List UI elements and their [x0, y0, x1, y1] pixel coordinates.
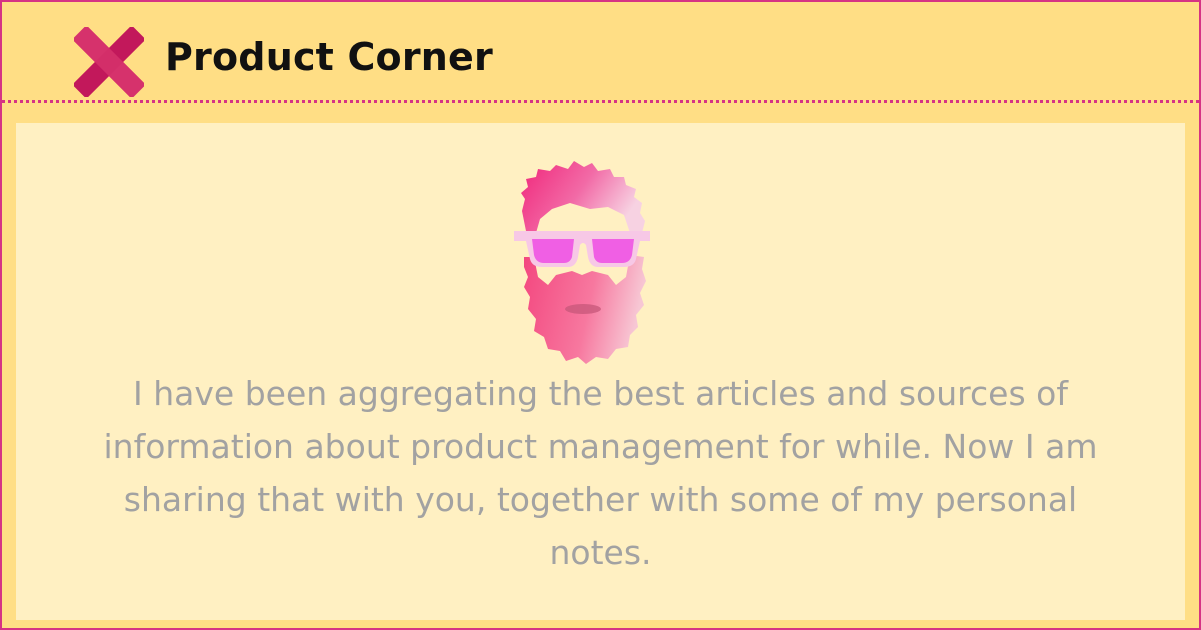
page-frame: Product Corner I have been aggregating t…	[0, 0, 1201, 630]
intro-panel: I have been aggregating the best article…	[16, 123, 1185, 620]
site-header: Product Corner	[2, 2, 1199, 102]
intro-text: I have been aggregating the best article…	[103, 374, 1098, 572]
bearded-man-sunglasses-avatar-icon	[514, 161, 650, 364]
brand-title[interactable]: Product Corner	[165, 35, 493, 79]
header-divider	[2, 100, 1199, 103]
x-cross-logo-icon[interactable]	[74, 27, 144, 97]
